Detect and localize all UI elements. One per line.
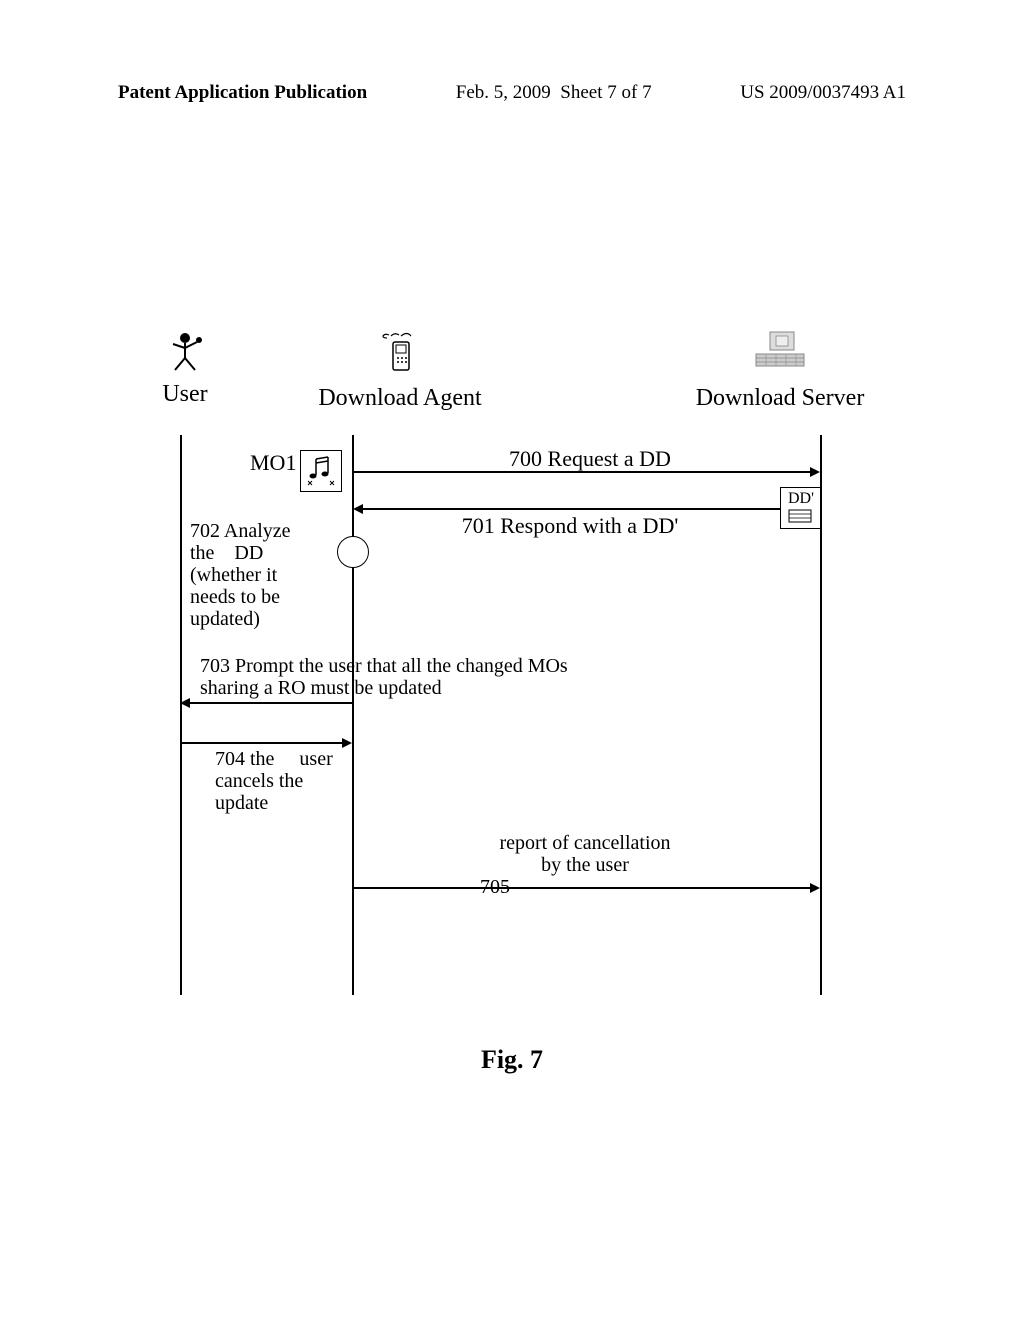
step-704: 704 the user cancels the update (215, 748, 333, 814)
arrow-701 (363, 508, 780, 510)
arrowhead-704 (342, 738, 352, 748)
figure-caption: Fig. 7 (0, 1045, 1024, 1075)
page-header: Patent Application Publication Feb. 5, 2… (118, 82, 906, 104)
music-icon (302, 451, 340, 494)
header-publication: Patent Application Publication (118, 82, 367, 104)
msg-701: 701 Respond with a DD' (420, 513, 720, 539)
lifeline-user (180, 435, 182, 995)
step-703: 703 Prompt the user that all the changed… (200, 655, 568, 699)
actor-user-label: User (140, 381, 230, 408)
self-action-circle (337, 536, 369, 568)
step-702: 702 Analyze the DD (whether it needs to … (190, 520, 291, 630)
arrowhead-703 (180, 698, 190, 708)
actor-download-server: Download Server (680, 330, 880, 412)
actor-download-agent: Download Agent (290, 330, 510, 412)
mo1-label: MO1 (250, 450, 296, 476)
msg-700: 700 Request a DD (440, 446, 740, 472)
actor-user: User (140, 330, 230, 408)
arrowhead-705 (810, 883, 820, 893)
header-patent-number: US 2009/0037493 A1 (740, 82, 906, 104)
lifeline-agent (352, 435, 354, 995)
actor-agent-label: Download Agent (290, 385, 510, 412)
mo1-box (300, 450, 342, 492)
phone-icon (377, 330, 423, 381)
arrow-704 (181, 742, 342, 744)
server-icon (752, 330, 808, 381)
arrowhead-701 (353, 504, 363, 514)
header-date-sheet: Feb. 5, 2009 Sheet 7 of 7 (456, 82, 652, 104)
sequence-diagram: User Download Agent (140, 330, 890, 990)
arrow-703 (190, 702, 352, 704)
dd-prime-box: DD' (780, 487, 822, 529)
step-705: report of cancellation by the user 705 (410, 832, 760, 898)
person-icon (165, 330, 205, 377)
actor-server-label: Download Server (680, 385, 880, 412)
arrowhead-700 (810, 467, 820, 477)
